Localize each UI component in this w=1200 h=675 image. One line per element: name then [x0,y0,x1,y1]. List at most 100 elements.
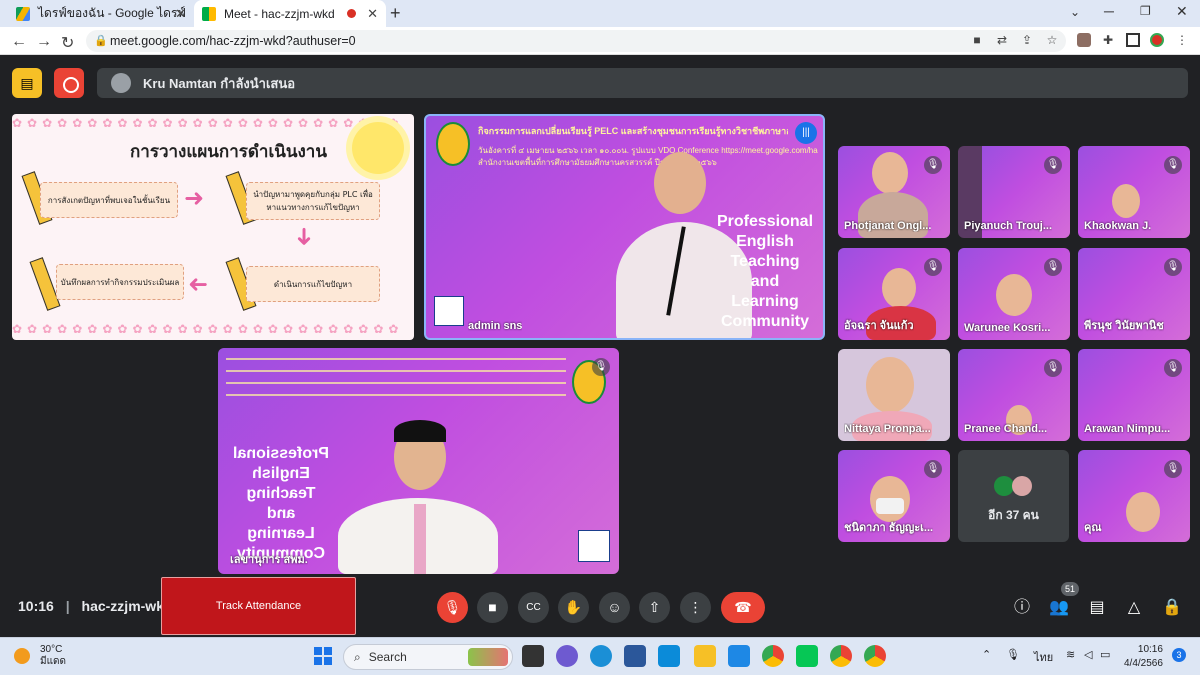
weather-widget[interactable]: 30°C มีแดด [14,644,66,668]
slide-title: การวางแผนการดำเนินงาน [130,142,327,162]
mute-icon: 🎙 [1044,359,1062,377]
minimize-button[interactable]: ─ [1104,3,1114,19]
track-attendance-button[interactable]: Track Attendance [161,577,356,635]
participant-tile[interactable]: 🎙 พีรนุช วินัยพานิช [1078,248,1190,340]
close-window-button[interactable]: ✕ [1176,3,1188,20]
participant-tile[interactable]: 🎙 Photjanat Ongl... [838,146,950,238]
sidepanel-icon[interactable] [1126,33,1140,47]
participant-tile[interactable]: 🎙 ชนิดาภา ธัญญะเ... [838,450,950,542]
task-view-icon[interactable] [522,645,544,667]
participant-name: เลขานุการ สพม. [230,554,308,566]
volume-icon[interactable]: ◁ [1084,648,1092,661]
chrome-icon[interactable] [762,645,784,667]
avatar [1012,476,1032,496]
extension-icon[interactable] [1077,33,1091,47]
participant-tile[interactable]: 🎙 Piyanuch Trouj... [958,146,1070,238]
participant-name: admin sns [468,320,523,332]
participant-tile[interactable]: 🎙 Pranee Chand... [958,349,1070,441]
tab-google-drive[interactable]: ไดรฟ์ของฉัน - Google ไดรฟ์ ✕ [8,0,194,27]
input-language[interactable]: ไทย [1034,648,1053,666]
stop-presenting-icon[interactable]: ▤ [12,68,42,98]
pelc-line: Professional [232,445,330,462]
leave-call-icon[interactable]: ☎ [721,592,765,623]
participant-tile[interactable]: 🎙 Warunee Kosri... [958,248,1070,340]
main-speaker-tile[interactable]: กิจกรรมการแลกเปลี่ยนเรียนรู้ PELC และสร้… [424,114,825,340]
participant-tile[interactable]: 🎙 Arawan Nimpu... [1078,349,1190,441]
battery-icon[interactable]: ▭ [1100,648,1110,661]
edge-icon[interactable] [590,645,612,667]
line-works-icon[interactable] [658,645,680,667]
participant-name: Nittaya Pronpa... [844,423,931,435]
participant-tile-self[interactable]: 🎙 คุณ [1078,450,1190,542]
back-arrow-icon[interactable]: ← [11,33,27,51]
mute-icon: 🎙 [1164,460,1182,478]
participant-tile[interactable]: Nittaya Pronpa... [838,349,950,441]
mail-icon[interactable] [728,645,750,667]
menu-kebab-icon[interactable]: ⋮ [1175,33,1189,47]
maximize-button[interactable]: ❐ [1140,4,1151,18]
bookmark-star-icon[interactable]: ☆ [1045,33,1059,47]
participant-name: อัจฉรา จันแก้ว [844,320,914,332]
taskbar-search[interactable]: ⌕ Search [343,644,513,670]
microphone-tray-icon[interactable]: 🎙 [1006,648,1020,661]
participant-tile[interactable]: 🎙 อัจฉรา จันแก้ว [838,248,950,340]
line-icon[interactable] [796,645,818,667]
pelc-line: English [252,465,310,482]
clock-time: 10:16 [1137,644,1163,655]
camera-icon[interactable]: ■ [970,33,984,47]
chrome-profile-icon[interactable] [830,645,852,667]
pelc-line: Professional [716,213,814,230]
more-participants-tile[interactable]: อีก 37 คน [958,450,1069,542]
more-options-icon[interactable]: ⋮ [680,592,711,623]
raise-hand-icon[interactable]: ✋ [558,592,589,623]
file-explorer-icon[interactable] [694,645,716,667]
camera-toggle-icon[interactable]: ■ [477,592,508,623]
tab-list-chevron-icon[interactable]: ⌄ [1070,5,1080,19]
slide-step-4: บันทึกผลการทำกิจกรรมประเมินผล [56,264,184,300]
people-icon[interactable]: 👥 [1047,596,1071,620]
chat-icon[interactable]: ▤ [1085,596,1109,620]
host-controls-icon[interactable]: 🔒 [1160,596,1184,620]
mute-icon: 🎙 [1044,156,1062,174]
tab-meet[interactable]: Meet - hac-zzjm-wkd ✕ [194,0,386,27]
tray-chevron-icon[interactable]: ⌃ [982,648,991,661]
captions-icon[interactable]: CC [518,592,549,623]
present-screen-icon[interactable]: ⇧ [639,592,670,623]
participant-name: Pranee Chand... [964,423,1048,435]
mic-off-icon[interactable]: 🎙 [437,592,468,623]
puzzle-icon[interactable]: ✚ [1101,33,1115,47]
participant-name: Warunee Kosri... [964,322,1051,334]
meeting-time: 10:16 [18,598,54,614]
flower-border-top: ✿✿✿✿✿✿✿✿✿✿✿✿✿✿✿✿✿✿✿✿✿✿✿✿✿✿ [12,116,404,130]
search-highlight-image [468,648,508,666]
participant-tile[interactable]: 🎙 Khaokwan J. [1078,146,1190,238]
profile-avatar[interactable] [1150,33,1164,47]
sun-icon [14,648,30,664]
translate-icon[interactable]: ⇄ [995,33,1009,47]
meeting-details-icon[interactable]: ⓘ [1010,596,1034,620]
new-tab-button[interactable]: + [390,3,401,24]
participant-tile-mirrored[interactable]: 🎙 Professional English Teaching and Lear… [218,348,619,574]
close-tab-icon[interactable]: ✕ [367,6,378,22]
forward-arrow-icon[interactable]: → [36,33,52,51]
reactions-icon[interactable]: ☺ [599,592,630,623]
participant-name: พีรนุช วินัยพานิช [1084,320,1164,332]
wifi-icon[interactable]: ≋ [1066,648,1075,661]
share-icon[interactable]: ⇪ [1020,33,1034,47]
word-icon[interactable] [624,645,646,667]
chrome-profile-icon[interactable] [864,645,886,667]
close-tab-icon[interactable]: ✕ [175,6,186,22]
chat-app-icon[interactable] [556,645,578,667]
record-icon[interactable] [54,68,84,98]
url-text: meet.google.com/hac-zzjm-wkd?authuser=0 [110,34,356,48]
activities-icon[interactable]: △ [1122,596,1146,620]
clock[interactable]: 10:16 4/4/2566 [1124,643,1163,671]
site-info-icon[interactable]: 🔒 [94,34,108,47]
reload-icon[interactable]: ↻ [61,33,74,53]
presenting-banner: Kru Namtan กำลังนำเสนอ [97,68,1188,98]
more-people-label: อีก 37 คน [988,508,1039,522]
arrow-right-icon: ➜ [184,185,205,212]
windows-start-icon[interactable] [314,647,332,665]
address-bar[interactable]: 🔒 meet.google.com/hac-zzjm-wkd?authuser=… [86,30,1066,52]
notification-badge[interactable]: 3 [1172,648,1186,662]
